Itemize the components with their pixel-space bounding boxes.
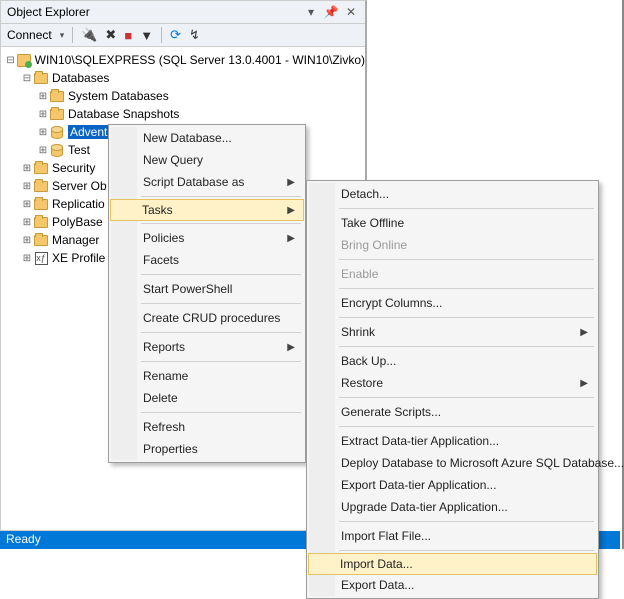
menu-shrink[interactable]: Shrink▶ (309, 321, 596, 343)
expand-icon[interactable]: ⊞ (37, 145, 49, 156)
submenu-arrow-icon: ▶ (580, 378, 588, 389)
collapse-icon[interactable]: ⊟ (5, 55, 17, 66)
separator (72, 27, 73, 43)
panel-title: Object Explorer (7, 5, 299, 19)
connect-dropdown-icon[interactable]: ▾ (60, 30, 65, 41)
expand-icon[interactable]: ⊞ (21, 163, 33, 174)
menu-bring-online: Bring Online (309, 234, 596, 256)
menu-refresh[interactable]: Refresh (111, 416, 303, 438)
disconnect-icon[interactable]: ✖ (105, 27, 116, 43)
menu-restore[interactable]: Restore▶ (309, 372, 596, 394)
menu-separator (339, 346, 594, 347)
menu-enable: Enable (309, 263, 596, 285)
database-icon (49, 124, 65, 140)
expand-icon[interactable]: ⊞ (37, 91, 49, 102)
toolbar: Connect ▾ 🔌 ✖ ■ ▼ ⟳ ↯ (1, 24, 365, 47)
menu-facets[interactable]: Facets (111, 249, 303, 271)
menu-encrypt[interactable]: Encrypt Columns... (309, 292, 596, 314)
menu-deploy-azure[interactable]: Deploy Database to Microsoft Azure SQL D… (309, 452, 596, 474)
menu-tasks[interactable]: Tasks▶ (110, 199, 304, 221)
menu-new-query[interactable]: New Query (111, 149, 303, 171)
expand-icon[interactable]: ⊞ (21, 253, 33, 264)
menu-separator (141, 332, 301, 333)
server-icon (16, 52, 31, 68)
database-icon (49, 142, 65, 158)
menu-generate-scripts[interactable]: Generate Scripts... (309, 401, 596, 423)
menu-export-data[interactable]: Export Data... (309, 574, 596, 596)
folder-icon (33, 178, 49, 194)
menu-upgrade-datatier[interactable]: Upgrade Data-tier Application... (309, 496, 596, 518)
menu-new-database[interactable]: New Database... (111, 127, 303, 149)
folder-icon (33, 160, 49, 176)
folder-icon (49, 88, 65, 104)
menu-separator (339, 550, 594, 551)
databases-node[interactable]: ⊟Databases (1, 69, 365, 87)
menu-separator (141, 361, 301, 362)
menu-separator (339, 521, 594, 522)
menu-delete[interactable]: Delete (111, 387, 303, 409)
menu-backup[interactable]: Back Up... (309, 350, 596, 372)
menu-separator (141, 196, 301, 197)
submenu-arrow-icon: ▶ (287, 177, 295, 188)
folder-icon (33, 70, 49, 86)
folder-icon (33, 214, 49, 230)
connect-icon[interactable]: 🔌 (81, 27, 97, 43)
filter-icon[interactable]: ▼ (140, 28, 153, 43)
menu-separator (339, 397, 594, 398)
menu-rename[interactable]: Rename (111, 365, 303, 387)
server-node[interactable]: ⊟WIN10\SQLEXPRESS (SQL Server 13.0.4001 … (1, 51, 365, 69)
close-icon[interactable]: ✕ (343, 4, 359, 20)
submenu-arrow-icon: ▶ (580, 327, 588, 338)
menu-reports[interactable]: Reports▶ (111, 336, 303, 358)
expand-icon[interactable]: ⊞ (21, 181, 33, 192)
menu-separator (141, 412, 301, 413)
folder-icon (49, 106, 65, 122)
menu-import-data[interactable]: Import Data... (308, 553, 597, 575)
menu-policies[interactable]: Policies▶ (111, 227, 303, 249)
menu-separator (339, 317, 594, 318)
snapshots-node[interactable]: ⊞Database Snapshots (1, 105, 365, 123)
xe-icon: xƒ (33, 250, 49, 266)
expand-icon[interactable]: ⊞ (37, 127, 49, 138)
menu-crud[interactable]: Create CRUD procedures (111, 307, 303, 329)
menu-separator (141, 274, 301, 275)
panel-titlebar: Object Explorer ▾ 📌 ✕ (1, 1, 365, 24)
sysdb-node[interactable]: ⊞System Databases (1, 87, 365, 105)
menu-separator (339, 259, 594, 260)
expand-icon[interactable]: ⊞ (21, 235, 33, 246)
stop-icon[interactable]: ■ (124, 28, 132, 43)
menu-separator (141, 303, 301, 304)
tasks-submenu: Detach... Take Offline Bring Online Enab… (306, 180, 599, 599)
submenu-arrow-icon: ▶ (287, 233, 295, 244)
collapse-icon[interactable]: ⊟ (21, 73, 33, 84)
pin-icon[interactable]: 📌 (323, 4, 339, 20)
submenu-arrow-icon: ▶ (287, 205, 295, 216)
menu-separator (339, 288, 594, 289)
separator (161, 27, 162, 43)
context-menu: New Database... New Query Script Databas… (108, 124, 306, 463)
menu-take-offline[interactable]: Take Offline (309, 212, 596, 234)
folder-icon (33, 232, 49, 248)
submenu-arrow-icon: ▶ (287, 342, 295, 353)
menu-properties[interactable]: Properties (111, 438, 303, 460)
activity-icon[interactable]: ↯ (189, 27, 200, 43)
menu-separator (141, 223, 301, 224)
connect-button[interactable]: Connect (7, 28, 52, 42)
dropdown-icon[interactable]: ▾ (303, 4, 319, 20)
refresh-icon[interactable]: ⟳ (170, 27, 181, 43)
menu-export-datatier[interactable]: Export Data-tier Application... (309, 474, 596, 496)
menu-extract-datatier[interactable]: Extract Data-tier Application... (309, 430, 596, 452)
folder-icon (33, 196, 49, 212)
menu-powershell[interactable]: Start PowerShell (111, 278, 303, 300)
menu-script-database[interactable]: Script Database as▶ (111, 171, 303, 193)
menu-detach[interactable]: Detach... (309, 183, 596, 205)
menu-separator (339, 426, 594, 427)
expand-icon[interactable]: ⊞ (21, 217, 33, 228)
expand-icon[interactable]: ⊞ (21, 199, 33, 210)
menu-separator (339, 208, 594, 209)
menu-import-flat[interactable]: Import Flat File... (309, 525, 596, 547)
expand-icon[interactable]: ⊞ (37, 109, 49, 120)
